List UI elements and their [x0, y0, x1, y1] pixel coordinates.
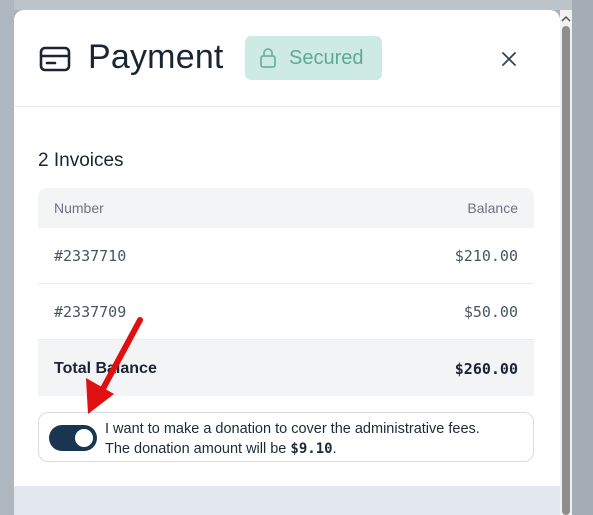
scroll-up-icon[interactable]	[560, 14, 572, 24]
total-balance-value: $260.00	[454, 360, 518, 378]
annotation-arrow-icon	[86, 317, 143, 414]
toggle-knob	[75, 429, 93, 447]
donation-amount: $9.10	[290, 441, 333, 457]
donation-line1: I want to make a donation to cover the a…	[105, 421, 480, 437]
invoice-balance: $50.00	[463, 303, 518, 321]
table-header: Number Balance	[38, 188, 534, 228]
badge-label: Secured	[289, 47, 364, 69]
secured-badge: Secured	[245, 36, 382, 80]
invoices-heading: 2 Invoices	[38, 150, 124, 171]
background-page-top	[0, 0, 593, 10]
donation-line2-suffix: .	[332, 441, 337, 457]
table-row: #2337710 $210.00	[38, 228, 534, 284]
modal-footer	[14, 486, 560, 515]
page-title: Payment	[88, 38, 224, 76]
invoice-number: #2337710	[54, 247, 127, 265]
column-header-balance: Balance	[467, 200, 518, 216]
donation-toggle[interactable]	[49, 425, 97, 451]
donation-line2-prefix: The donation amount will be	[105, 441, 291, 457]
lock-icon	[260, 48, 276, 68]
modal-header: Payment Secured	[14, 10, 560, 107]
column-header-number: Number	[54, 200, 104, 216]
donation-option: I want to make a donation to cover the a…	[38, 412, 534, 462]
credit-card-icon	[39, 46, 71, 72]
invoice-balance: $210.00	[454, 247, 518, 265]
payment-modal: Payment Secured 2 Invoices Number Balanc…	[14, 10, 560, 515]
scrollbar-thumb[interactable]	[562, 26, 570, 515]
close-icon[interactable]	[498, 48, 520, 70]
background-page-right	[572, 0, 593, 515]
donation-text: I want to make a donation to cover the a…	[105, 419, 525, 459]
scrollbar[interactable]	[560, 10, 572, 515]
background-page-left	[0, 0, 14, 515]
